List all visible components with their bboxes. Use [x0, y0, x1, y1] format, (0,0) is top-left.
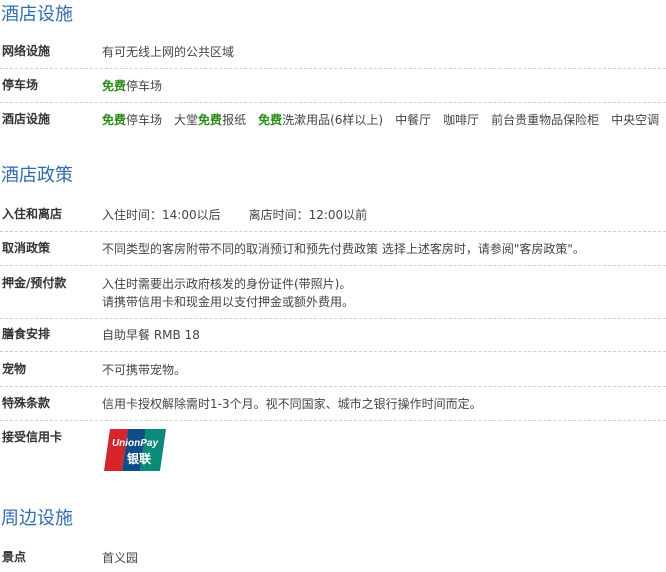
parking-label: 停车场: [2, 78, 39, 92]
checkout-time: 离店时间：12:00以前: [248, 208, 368, 222]
facility-parking: 停车场: [126, 113, 163, 127]
network-value: 有可无线上网的公共区域: [102, 45, 235, 59]
deposit-line-1: 入住时需要出示政府核发的身份证件(带照片)。: [102, 277, 352, 291]
unionpay-logo: UnionPay 银联: [102, 429, 168, 474]
meal-row: 膳食安排 自助早餐 RMB 18: [0, 326, 666, 352]
facility-toiletries: 洗漱用品(6样以上): [282, 113, 384, 127]
hotel-facilities-value: 免费停车场 大堂免费报纸 免费洗漱用品(6样以上) 中餐厅 咖啡厅 前台贵重物品保险柜…: [102, 111, 666, 129]
svg-text:UnionPay: UnionPay: [112, 438, 159, 449]
pets-row: 宠物 不可携带宠物。: [0, 361, 666, 387]
policy-heading: 酒店政策: [1, 165, 73, 186]
checkin-value: 入住时间：14:00以后 离店时间：12:00以前: [102, 206, 666, 224]
meal-label: 膳食安排: [2, 327, 51, 341]
checkin-row: 入住和离店 入住时间：14:00以后 离店时间：12:00以前: [0, 206, 666, 232]
pets-value: 不可携带宠物。: [102, 363, 187, 377]
parking-row: 停车场 免费停车场: [0, 77, 666, 103]
facility-others: 中餐厅 咖啡厅 前台贵重物品保险柜 中央空调: [395, 113, 660, 127]
deposit-value: 入住时需要出示政府核发的身份证件(带照片)。 请携带信用卡和现金用以支付押金或额外…: [102, 275, 666, 311]
cancel-value: 不同类型的客房附带不同的取消预订和预先付费政策 选择上述客房时，请参阅"客房政策…: [102, 242, 585, 256]
parking-value: 免费停车场: [102, 77, 666, 95]
free-tag: 免费: [102, 79, 127, 93]
hotel-info-page: 酒店设施 网络设施 有可无线上网的公共区域 停车场 免费停车场 酒店设施 免费停…: [0, 0, 666, 572]
deposit-line-2: 请携带信用卡和现金用以支付押金或额外费用。: [102, 295, 355, 309]
scenic-label: 景点: [2, 550, 27, 564]
pets-label: 宠物: [2, 362, 27, 376]
free-tag: 免费: [102, 113, 127, 127]
facility-newspaper: 报纸: [222, 113, 247, 127]
special-terms-value: 信用卡授权解除需时1-3个月。视不同国家、城市之银行操作时间而定。: [102, 397, 482, 411]
hotel-facilities-row: 酒店设施 免费停车场 大堂免费报纸 免费洗漱用品(6样以上) 中餐厅 咖啡厅 前台贵重…: [0, 111, 666, 137]
cancel-label: 取消政策: [2, 241, 51, 255]
nearby-heading: 周边设施: [1, 508, 73, 529]
cancel-row: 取消政策 不同类型的客房附带不同的取消预订和预先付费政策 选择上述客房时，请参阅…: [0, 240, 666, 266]
svg-text:银联: 银联: [127, 451, 151, 466]
facility-lobby: 大堂: [174, 113, 199, 127]
unionpay-card-icon: UnionPay 银联: [102, 429, 168, 471]
deposit-label: 押金/预付款: [2, 276, 67, 290]
credit-cards-row: 接受信用卡 UnionPay 银联: [0, 429, 666, 473]
free-tag: 免费: [198, 113, 223, 127]
scenic-value: 首义园: [102, 551, 139, 565]
facilities-heading: 酒店设施: [1, 4, 73, 25]
scenic-row: 景点 首义园: [0, 549, 666, 571]
network-label: 网络设施: [2, 44, 51, 58]
deposit-row: 押金/预付款 入住时需要出示政府核发的身份证件(带照片)。 请携带信用卡和现金用以…: [0, 275, 666, 319]
hotel-facilities-label: 酒店设施: [2, 112, 51, 126]
checkin-time: 入住时间：14:00以后: [102, 208, 221, 222]
meal-value: 自助早餐 RMB 18: [102, 328, 200, 342]
special-terms-label: 特殊条款: [2, 396, 51, 410]
special-terms-row: 特殊条款 信用卡授权解除需时1-3个月。视不同国家、城市之银行操作时间而定。: [0, 395, 666, 421]
free-tag: 免费: [258, 113, 283, 127]
checkin-label: 入住和离店: [2, 207, 63, 221]
network-row: 网络设施 有可无线上网的公共区域: [0, 43, 666, 69]
credit-cards-label: 接受信用卡: [2, 430, 63, 444]
parking-text: 停车场: [126, 79, 163, 93]
